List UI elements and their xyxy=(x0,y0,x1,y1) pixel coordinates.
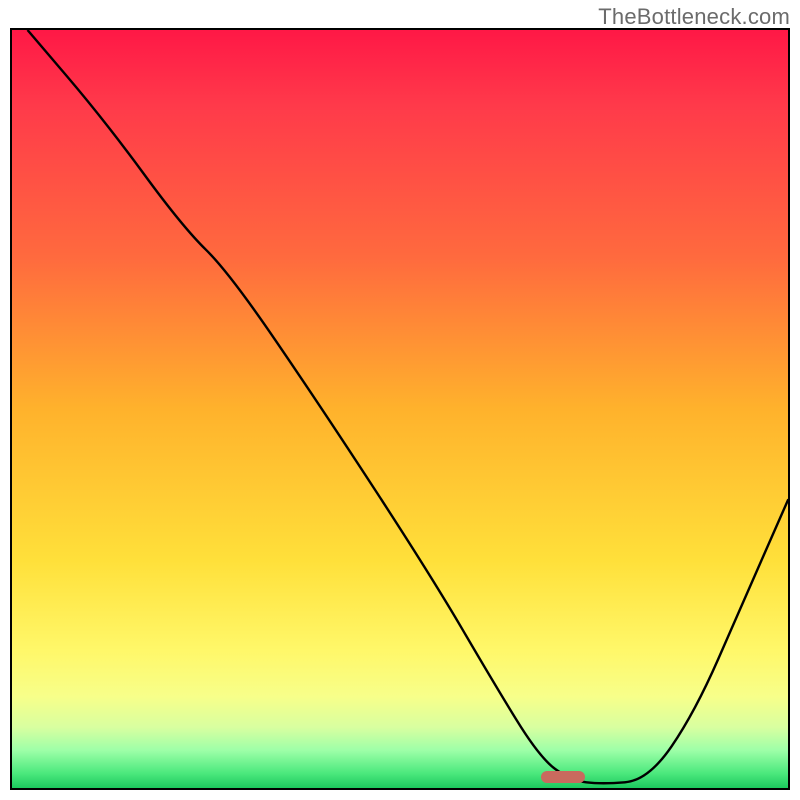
minimum-marker xyxy=(541,771,585,783)
chart-frame xyxy=(10,28,790,790)
watermark-text: TheBottleneck.com xyxy=(598,4,790,30)
bottleneck-curve xyxy=(28,30,789,783)
chart-container: TheBottleneck.com xyxy=(0,0,800,800)
curve-svg xyxy=(12,30,788,788)
